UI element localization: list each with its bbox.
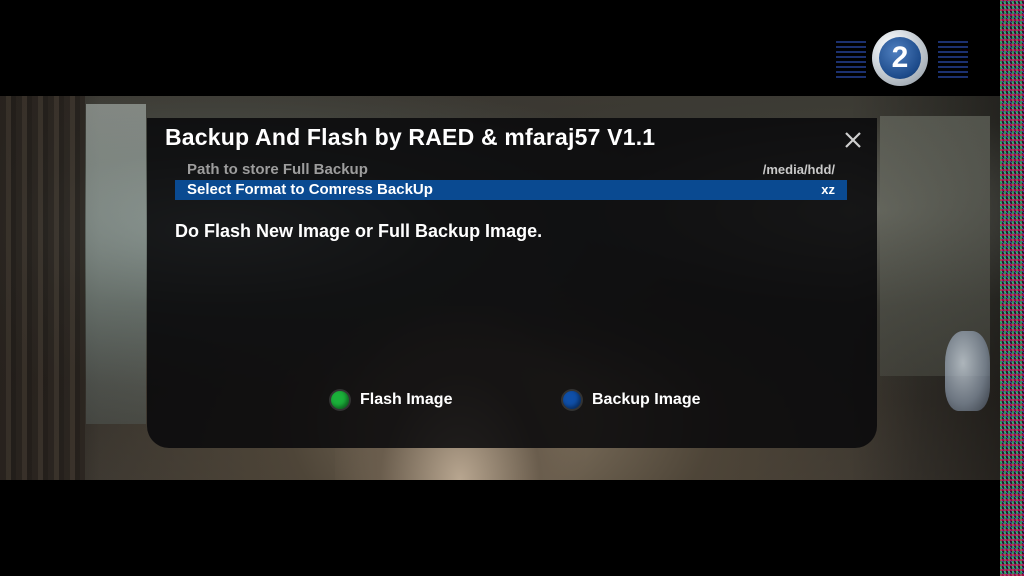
channel-logo-stripes-left <box>836 38 866 78</box>
backup-image-button[interactable]: Backup Image <box>563 388 700 412</box>
setting-row-compress-format[interactable]: Select Format to Comress BackUp xz <box>175 180 847 200</box>
backup-image-label: Backup Image <box>592 391 701 408</box>
signal-noise-strip <box>1000 0 1024 576</box>
channel-logo: 2 <box>872 30 928 86</box>
dialog-title: Backup And Flash by RAED & mfaraj57 V1.1 <box>165 124 656 150</box>
background-vase <box>945 331 990 411</box>
setting-value: /media/hdd/ <box>762 162 835 177</box>
green-button-icon <box>331 391 349 409</box>
flash-image-label: Flash Image <box>360 391 453 408</box>
channel-logo-stripes-right <box>938 38 968 78</box>
close-icon[interactable] <box>841 128 865 152</box>
background-window <box>86 104 146 424</box>
backup-flash-dialog: Backup And Flash by RAED & mfaraj57 V1.1… <box>147 118 877 448</box>
blue-button-icon <box>563 391 581 409</box>
setting-label: Select Format to Comress BackUp <box>187 181 433 198</box>
setting-label: Path to store Full Backup <box>187 161 368 178</box>
channel-number: 2 <box>879 37 921 79</box>
flash-image-button[interactable]: Flash Image <box>331 388 452 412</box>
setting-value: xz <box>821 182 835 197</box>
background-curtain <box>0 96 85 480</box>
setting-row-backup-path[interactable]: Path to store Full Backup /media/hdd/ <box>175 160 847 180</box>
dialog-message: Do Flash New Image or Full Backup Image. <box>175 221 543 241</box>
